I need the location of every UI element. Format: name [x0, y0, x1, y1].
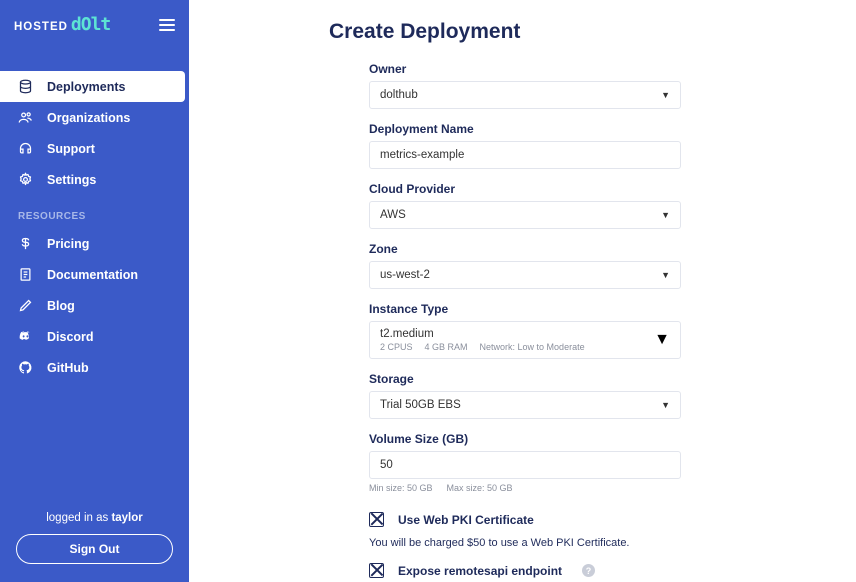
storage-select[interactable]: Trial 50GB EBS ▼ [369, 391, 681, 419]
sidebar-item-label: Discord [47, 330, 94, 344]
owner-value: dolthub [380, 89, 418, 101]
option-remotesapi: Expose remotesapi endpoint ? [369, 563, 681, 578]
cloud-provider-label: Cloud Provider [369, 182, 681, 196]
instance-type-label: Instance Type [369, 302, 681, 316]
web-pki-note: You will be charged $50 to use a Web PKI… [369, 537, 681, 549]
instance-details: 2 CPUS 4 GB RAM Network: Low to Moderate [380, 342, 585, 352]
caret-down-icon: ▼ [661, 90, 670, 100]
sidebar-item-label: Organizations [47, 111, 130, 125]
username: taylor [111, 512, 142, 524]
help-icon[interactable]: ? [582, 564, 595, 577]
option-web-pki: Use Web PKI Certificate [369, 512, 681, 527]
dollar-icon [18, 236, 33, 251]
sidebar-item-discord[interactable]: Discord [0, 321, 189, 352]
checkbox-web-pki[interactable] [369, 512, 384, 527]
owner-select[interactable]: dolthub ▼ [369, 81, 681, 109]
sidebar-item-label: Pricing [47, 237, 89, 251]
caret-down-icon: ▼ [661, 270, 670, 280]
volume-size-value: 50 [380, 459, 393, 471]
main-content: Create Deployment Owner dolthub ▼ Deploy… [189, 0, 856, 582]
instance-type-select[interactable]: t2.medium 2 CPUS 4 GB RAM Network: Low t… [369, 321, 681, 359]
zone-select[interactable]: us-west-2 ▼ [369, 261, 681, 289]
web-pki-label: Use Web PKI Certificate [398, 513, 534, 527]
sidebar-header: HOSTED dOlt [0, 0, 189, 51]
deployment-name-value: metrics-example [380, 149, 464, 161]
database-icon [18, 79, 33, 94]
storage-value: Trial 50GB EBS [380, 399, 461, 411]
sidebar-item-settings[interactable]: Settings [0, 164, 189, 195]
logo-dolt: dOlt [71, 14, 110, 35]
page-title: Create Deployment [229, 20, 816, 44]
owner-label: Owner [369, 62, 681, 76]
caret-down-icon: ▼ [661, 210, 670, 220]
deployment-name-input[interactable]: metrics-example [369, 141, 681, 169]
zone-label: Zone [369, 242, 681, 256]
sidebar-item-blog[interactable]: Blog [0, 290, 189, 321]
sidebar-item-deployments[interactable]: Deployments [0, 71, 185, 102]
remotesapi-label: Expose remotesapi endpoint [398, 564, 562, 578]
zone-value: us-west-2 [380, 269, 430, 281]
sidebar-item-documentation[interactable]: Documentation [0, 259, 189, 290]
github-icon [18, 360, 33, 375]
headset-icon [18, 141, 33, 156]
nav-main: Deployments Organizations Support Settin… [0, 71, 189, 195]
sidebar: HOSTED dOlt Deployments Organizations Su… [0, 0, 189, 582]
volume-size-hint: Min size: 50 GB Max size: 50 GB [369, 483, 681, 493]
pen-icon [18, 298, 33, 313]
field-deployment-name: Deployment Name metrics-example [369, 122, 681, 169]
signout-button[interactable]: Sign Out [16, 534, 173, 564]
caret-down-icon: ▼ [661, 400, 670, 410]
cloud-provider-select[interactable]: AWS ▼ [369, 201, 681, 229]
sidebar-item-label: Blog [47, 299, 75, 313]
nav-resources: Pricing Documentation Blog Discord GitHu… [0, 228, 189, 383]
field-volume-size: Volume Size (GB) 50 Min size: 50 GB Max … [369, 432, 681, 493]
sidebar-item-label: Documentation [47, 268, 138, 282]
storage-label: Storage [369, 372, 681, 386]
deployment-name-label: Deployment Name [369, 122, 681, 136]
volume-size-input[interactable]: 50 [369, 451, 681, 479]
deployment-form: Owner dolthub ▼ Deployment Name metrics-… [369, 62, 681, 582]
field-instance-type: Instance Type t2.medium 2 CPUS 4 GB RAM … [369, 302, 681, 359]
field-zone: Zone us-west-2 ▼ [369, 242, 681, 289]
field-cloud-provider: Cloud Provider AWS ▼ [369, 182, 681, 229]
sidebar-item-organizations[interactable]: Organizations [0, 102, 189, 133]
menu-toggle-icon[interactable] [159, 19, 175, 31]
sidebar-item-label: Deployments [47, 80, 126, 94]
logo-hosted: HOSTED [14, 21, 68, 33]
sidebar-item-label: GitHub [47, 361, 89, 375]
field-storage: Storage Trial 50GB EBS ▼ [369, 372, 681, 419]
sidebar-footer: logged in as taylor Sign Out [0, 512, 189, 582]
sidebar-item-label: Settings [47, 173, 96, 187]
logged-in-text: logged in as taylor [16, 512, 173, 524]
sidebar-item-support[interactable]: Support [0, 133, 189, 164]
sidebar-item-label: Support [47, 142, 95, 156]
discord-icon [18, 329, 33, 344]
field-owner: Owner dolthub ▼ [369, 62, 681, 109]
users-icon [18, 110, 33, 125]
cloud-provider-value: AWS [380, 209, 406, 221]
instance-type-value: t2.medium [380, 328, 585, 340]
sidebar-item-github[interactable]: GitHub [0, 352, 189, 383]
volume-size-label: Volume Size (GB) [369, 432, 681, 446]
resources-heading: RESOURCES [0, 195, 189, 228]
document-icon [18, 267, 33, 282]
sidebar-item-pricing[interactable]: Pricing [0, 228, 189, 259]
checkbox-remotesapi[interactable] [369, 563, 384, 578]
logo[interactable]: HOSTED dOlt [14, 14, 110, 35]
gear-icon [18, 172, 33, 187]
caret-down-icon: ▼ [654, 331, 670, 349]
